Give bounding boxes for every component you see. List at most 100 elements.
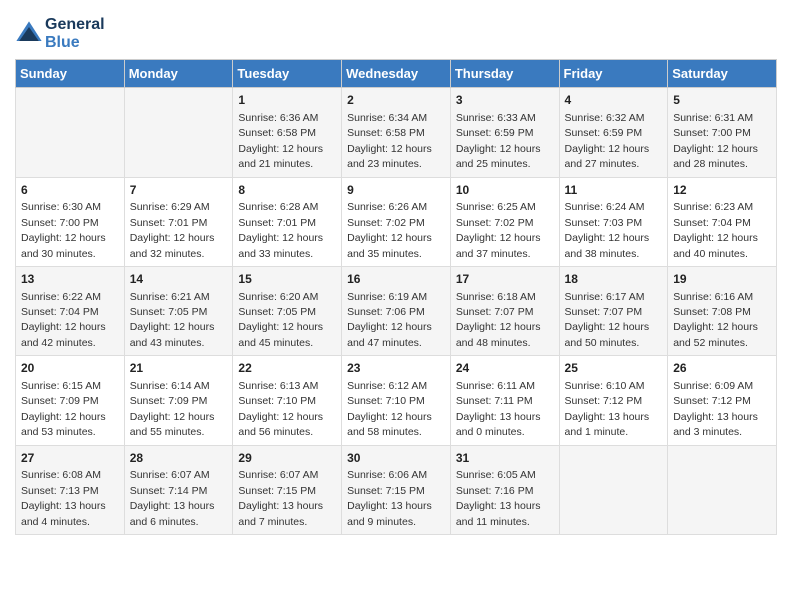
day-cell: 7 Sunrise: 6:29 AM Sunset: 7:01 PM Daylig… <box>124 177 233 266</box>
day-cell: 9 Sunrise: 6:26 AM Sunset: 7:02 PM Daylig… <box>342 177 451 266</box>
logo-text: General Blue <box>45 16 105 51</box>
header-row: SundayMondayTuesdayWednesdayThursdayFrid… <box>16 60 777 88</box>
day-number: 19 <box>673 271 771 288</box>
day-info: Sunrise: 6:14 AM Sunset: 7:09 PM Dayligh… <box>130 380 215 438</box>
day-cell: 30 Sunrise: 6:06 AM Sunset: 7:15 PM Dayli… <box>342 445 451 534</box>
day-cell: 6 Sunrise: 6:30 AM Sunset: 7:00 PM Daylig… <box>16 177 125 266</box>
day-number: 21 <box>130 360 228 377</box>
day-number: 6 <box>21 182 119 199</box>
day-info: Sunrise: 6:29 AM Sunset: 7:01 PM Dayligh… <box>130 201 215 259</box>
day-cell: 12 Sunrise: 6:23 AM Sunset: 7:04 PM Dayli… <box>668 177 777 266</box>
day-cell: 26 Sunrise: 6:09 AM Sunset: 7:12 PM Dayli… <box>668 356 777 445</box>
day-number: 30 <box>347 450 445 467</box>
day-number: 5 <box>673 92 771 109</box>
day-cell: 13 Sunrise: 6:22 AM Sunset: 7:04 PM Dayli… <box>16 266 125 355</box>
day-info: Sunrise: 6:19 AM Sunset: 7:06 PM Dayligh… <box>347 291 432 349</box>
week-row-3: 20 Sunrise: 6:15 AM Sunset: 7:09 PM Dayli… <box>16 356 777 445</box>
calendar-table: SundayMondayTuesdayWednesdayThursdayFrid… <box>15 59 777 535</box>
calendar-body: 1 Sunrise: 6:36 AM Sunset: 6:58 PM Daylig… <box>16 88 777 535</box>
day-cell <box>124 88 233 177</box>
day-number: 11 <box>565 182 663 199</box>
day-number: 10 <box>456 182 554 199</box>
day-number: 7 <box>130 182 228 199</box>
day-info: Sunrise: 6:18 AM Sunset: 7:07 PM Dayligh… <box>456 291 541 349</box>
day-number: 14 <box>130 271 228 288</box>
day-cell: 4 Sunrise: 6:32 AM Sunset: 6:59 PM Daylig… <box>559 88 668 177</box>
day-info: Sunrise: 6:08 AM Sunset: 7:13 PM Dayligh… <box>21 469 106 527</box>
day-number: 16 <box>347 271 445 288</box>
day-number: 2 <box>347 92 445 109</box>
day-info: Sunrise: 6:16 AM Sunset: 7:08 PM Dayligh… <box>673 291 758 349</box>
day-number: 23 <box>347 360 445 377</box>
header-cell-wednesday: Wednesday <box>342 60 451 88</box>
day-number: 31 <box>456 450 554 467</box>
day-number: 22 <box>238 360 336 377</box>
day-info: Sunrise: 6:31 AM Sunset: 7:00 PM Dayligh… <box>673 112 758 170</box>
day-cell: 2Sunrise: 6:34 AM Sunset: 6:58 PM Daylig… <box>342 88 451 177</box>
day-cell: 8 Sunrise: 6:28 AM Sunset: 7:01 PM Daylig… <box>233 177 342 266</box>
day-number: 9 <box>347 182 445 199</box>
day-cell <box>668 445 777 534</box>
day-info: Sunrise: 6:09 AM Sunset: 7:12 PM Dayligh… <box>673 380 758 438</box>
week-row-0: 1 Sunrise: 6:36 AM Sunset: 6:58 PM Daylig… <box>16 88 777 177</box>
day-info: Sunrise: 6:13 AM Sunset: 7:10 PM Dayligh… <box>238 380 323 438</box>
day-cell: 24 Sunrise: 6:11 AM Sunset: 7:11 PM Dayli… <box>450 356 559 445</box>
day-info: Sunrise: 6:15 AM Sunset: 7:09 PM Dayligh… <box>21 380 106 438</box>
day-info: Sunrise: 6:22 AM Sunset: 7:04 PM Dayligh… <box>21 291 106 349</box>
day-info: Sunrise: 6:26 AM Sunset: 7:02 PM Dayligh… <box>347 201 432 259</box>
day-info: Sunrise: 6:36 AM Sunset: 6:58 PM Dayligh… <box>238 112 323 170</box>
day-number: 12 <box>673 182 771 199</box>
day-info: Sunrise: 6:05 AM Sunset: 7:16 PM Dayligh… <box>456 469 541 527</box>
day-cell: 16 Sunrise: 6:19 AM Sunset: 7:06 PM Dayli… <box>342 266 451 355</box>
day-cell: 23 Sunrise: 6:12 AM Sunset: 7:10 PM Dayli… <box>342 356 451 445</box>
day-number: 24 <box>456 360 554 377</box>
logo-icon <box>15 20 43 48</box>
day-cell: 28Sunrise: 6:07 AM Sunset: 7:14 PM Dayli… <box>124 445 233 534</box>
day-info: Sunrise: 6:33 AM Sunset: 6:59 PM Dayligh… <box>456 112 541 170</box>
day-cell: 15Sunrise: 6:20 AM Sunset: 7:05 PM Dayli… <box>233 266 342 355</box>
day-number: 20 <box>21 360 119 377</box>
logo: General Blue <box>15 16 105 51</box>
day-info: Sunrise: 6:10 AM Sunset: 7:12 PM Dayligh… <box>565 380 650 438</box>
header-cell-friday: Friday <box>559 60 668 88</box>
day-info: Sunrise: 6:24 AM Sunset: 7:03 PM Dayligh… <box>565 201 650 259</box>
header-cell-saturday: Saturday <box>668 60 777 88</box>
day-cell: 29 Sunrise: 6:07 AM Sunset: 7:15 PM Dayli… <box>233 445 342 534</box>
header-cell-monday: Monday <box>124 60 233 88</box>
day-cell: 14Sunrise: 6:21 AM Sunset: 7:05 PM Dayli… <box>124 266 233 355</box>
day-info: Sunrise: 6:23 AM Sunset: 7:04 PM Dayligh… <box>673 201 758 259</box>
day-cell: 27Sunrise: 6:08 AM Sunset: 7:13 PM Dayli… <box>16 445 125 534</box>
day-info: Sunrise: 6:32 AM Sunset: 6:59 PM Dayligh… <box>565 112 650 170</box>
day-number: 25 <box>565 360 663 377</box>
day-number: 29 <box>238 450 336 467</box>
day-cell: 31 Sunrise: 6:05 AM Sunset: 7:16 PM Dayli… <box>450 445 559 534</box>
day-info: Sunrise: 6:07 AM Sunset: 7:15 PM Dayligh… <box>238 469 323 527</box>
day-cell: 3 Sunrise: 6:33 AM Sunset: 6:59 PM Daylig… <box>450 88 559 177</box>
day-number: 13 <box>21 271 119 288</box>
day-number: 1 <box>238 92 336 109</box>
day-cell: 11 Sunrise: 6:24 AM Sunset: 7:03 PM Dayli… <box>559 177 668 266</box>
day-number: 4 <box>565 92 663 109</box>
day-number: 8 <box>238 182 336 199</box>
day-number: 26 <box>673 360 771 377</box>
day-info: Sunrise: 6:28 AM Sunset: 7:01 PM Dayligh… <box>238 201 323 259</box>
day-cell: 17Sunrise: 6:18 AM Sunset: 7:07 PM Dayli… <box>450 266 559 355</box>
day-info: Sunrise: 6:30 AM Sunset: 7:00 PM Dayligh… <box>21 201 106 259</box>
header-cell-sunday: Sunday <box>16 60 125 88</box>
day-info: Sunrise: 6:06 AM Sunset: 7:15 PM Dayligh… <box>347 469 432 527</box>
day-cell: 25 Sunrise: 6:10 AM Sunset: 7:12 PM Dayli… <box>559 356 668 445</box>
day-cell: 20 Sunrise: 6:15 AM Sunset: 7:09 PM Dayli… <box>16 356 125 445</box>
day-info: Sunrise: 6:11 AM Sunset: 7:11 PM Dayligh… <box>456 380 541 438</box>
day-number: 18 <box>565 271 663 288</box>
day-info: Sunrise: 6:07 AM Sunset: 7:14 PM Dayligh… <box>130 469 215 527</box>
day-cell <box>16 88 125 177</box>
header-cell-tuesday: Tuesday <box>233 60 342 88</box>
day-cell: 22 Sunrise: 6:13 AM Sunset: 7:10 PM Dayli… <box>233 356 342 445</box>
day-number: 3 <box>456 92 554 109</box>
day-info: Sunrise: 6:25 AM Sunset: 7:02 PM Dayligh… <box>456 201 541 259</box>
day-info: Sunrise: 6:12 AM Sunset: 7:10 PM Dayligh… <box>347 380 432 438</box>
day-cell: 19 Sunrise: 6:16 AM Sunset: 7:08 PM Dayli… <box>668 266 777 355</box>
day-cell: 5 Sunrise: 6:31 AM Sunset: 7:00 PM Daylig… <box>668 88 777 177</box>
week-row-4: 27Sunrise: 6:08 AM Sunset: 7:13 PM Dayli… <box>16 445 777 534</box>
day-info: Sunrise: 6:17 AM Sunset: 7:07 PM Dayligh… <box>565 291 650 349</box>
